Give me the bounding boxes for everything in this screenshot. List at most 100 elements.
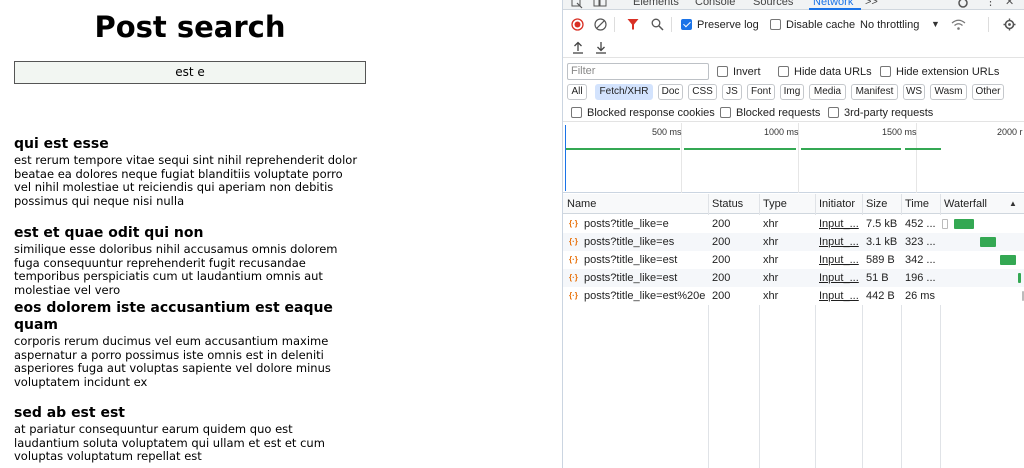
post-title: qui est esse	[14, 136, 109, 152]
divider	[671, 17, 672, 32]
cell-time: 26 ms	[905, 290, 935, 302]
invert-checkbox[interactable]	[717, 66, 728, 77]
cell-name[interactable]: posts?title_like=e	[584, 215, 706, 233]
resource-type-filters: All Fetch/XHR Doc CSS JS Font Img Media …	[563, 83, 1024, 103]
disable-cache-checkbox[interactable]	[770, 19, 781, 30]
more-tabs-button[interactable]: >>	[865, 0, 878, 8]
cell-initiator[interactable]: Input_...	[819, 287, 860, 305]
close-devtools-icon[interactable]: ✕	[1005, 0, 1014, 8]
network-overview-timeline[interactable]: 500 ms 1000 ms 1500 ms 2000 r	[563, 123, 1024, 193]
post-item: est et quae odit qui non similique esse …	[14, 225, 359, 297]
column-header-name[interactable]: Name	[563, 194, 708, 214]
blocked-response-cookies-checkbox[interactable]	[571, 107, 582, 118]
type-filter-manifest[interactable]: Manifest	[851, 84, 898, 100]
chevron-down-icon[interactable]: ▼	[931, 19, 940, 29]
network-conditions-wifi-icon[interactable]	[951, 18, 966, 31]
cell-initiator[interactable]: Input_...	[819, 215, 860, 233]
hide-data-urls-checkbox[interactable]	[778, 66, 789, 77]
column-header-type[interactable]: Type	[759, 194, 815, 214]
export-har-download-icon[interactable]	[595, 41, 607, 54]
filter-funnel-icon[interactable]	[627, 18, 639, 31]
column-header-initiator[interactable]: Initiator	[815, 194, 862, 214]
throttling-select[interactable]: No throttling	[860, 19, 919, 31]
type-filter-all[interactable]: All	[567, 84, 587, 100]
settings-gear-icon[interactable]	[957, 0, 969, 9]
post-body: at pariatur consequuntur earum quidem qu…	[14, 422, 325, 463]
post-title: eos dolorem iste accusantium est eaque q…	[14, 300, 333, 333]
xhr-request-icon: {·}	[569, 237, 578, 246]
device-toolbar-icon[interactable]	[593, 0, 607, 9]
column-header-time[interactable]: Time	[901, 194, 940, 214]
cell-initiator[interactable]: Input_...	[819, 269, 860, 287]
request-row[interactable]: {·} posts?title_like=e 200 xhr Input_... 7.5 …	[563, 215, 1024, 233]
timeline-activity-bar	[684, 148, 796, 150]
cell-name[interactable]: posts?title_like=est	[584, 269, 706, 287]
request-row[interactable]: {·} posts?title_like=est 200 xhr Input_... 51…	[563, 269, 1024, 287]
filter-input[interactable]: Filter	[567, 63, 709, 80]
timeline-start-marker	[565, 125, 566, 191]
third-party-requests-label: 3rd-party requests	[844, 107, 934, 119]
timeline-activity-bar	[905, 148, 941, 150]
type-filter-css[interactable]: CSS	[688, 84, 717, 100]
xhr-request-icon: {·}	[569, 255, 578, 264]
disable-cache-label: Disable cache	[786, 19, 856, 31]
cell-name[interactable]: posts?title_like=est%20e	[584, 287, 706, 305]
post-body: corporis rerum ducimus vel eum accusanti…	[14, 334, 331, 389]
invert-label: Invert	[733, 66, 761, 78]
network-settings-gear-icon[interactable]	[1003, 18, 1016, 31]
column-header-size[interactable]: Size	[862, 194, 901, 214]
type-filter-media[interactable]: Media	[809, 84, 846, 100]
timeline-tick-label: 1500 ms	[882, 127, 917, 137]
type-filter-img[interactable]: Img	[780, 84, 804, 100]
type-filter-doc[interactable]: Doc	[658, 84, 683, 100]
tab-network[interactable]: Network	[813, 0, 853, 8]
type-filter-font[interactable]: Font	[747, 84, 775, 100]
request-row[interactable]: {·} posts?title_like=es 200 xhr Input_... 3.1…	[563, 233, 1024, 251]
cell-initiator[interactable]: Input_...	[819, 251, 860, 269]
xhr-request-icon: {·}	[569, 273, 578, 282]
hide-extension-urls-checkbox[interactable]	[880, 66, 891, 77]
cell-time: 196 ...	[905, 272, 936, 284]
request-row[interactable]: {·} posts?title_like=est%20e 200 xhr Input_.…	[563, 287, 1024, 305]
hide-data-urls-label: Hide data URLs	[794, 66, 872, 78]
preserve-log-checkbox[interactable]	[681, 19, 692, 30]
cell-initiator[interactable]: Input_...	[819, 233, 860, 251]
sort-ascending-icon[interactable]: ▲	[1009, 199, 1017, 208]
cell-type: xhr	[763, 254, 779, 266]
cell-status: 200	[712, 236, 731, 248]
cell-time: 452 ...	[905, 218, 936, 230]
waterfall-bar	[954, 219, 974, 229]
cell-status: 200	[712, 272, 731, 284]
column-header-status[interactable]: Status	[708, 194, 759, 214]
tab-sources[interactable]: Sources	[753, 0, 793, 8]
more-options-icon[interactable]: ⋮	[985, 0, 996, 8]
inspect-element-icon[interactable]	[571, 0, 583, 9]
blocked-response-cookies-label: Blocked response cookies	[587, 107, 715, 119]
blocked-requests-checkbox[interactable]	[720, 107, 731, 118]
import-har-upload-icon[interactable]	[572, 41, 584, 54]
post-search-app: Post search est e qui est esse est rerum…	[0, 0, 562, 468]
import-export-toolbar	[563, 38, 1024, 58]
tab-elements[interactable]: Elements	[633, 0, 679, 8]
xhr-request-icon: {·}	[569, 219, 578, 228]
timeline-tick-label: 500 ms	[652, 127, 682, 137]
timeline-tick-label: 2000 r	[997, 127, 1023, 137]
third-party-requests-checkbox[interactable]	[828, 107, 839, 118]
clear-log-icon[interactable]	[594, 18, 607, 31]
timeline-activity-bar	[566, 148, 680, 150]
cell-name[interactable]: posts?title_like=est	[584, 251, 706, 269]
cell-type: xhr	[763, 236, 779, 248]
type-filter-fetch-xhr[interactable]: Fetch/XHR	[595, 84, 653, 100]
search-input[interactable]: est e	[14, 61, 366, 84]
type-filter-wasm[interactable]: Wasm	[930, 84, 967, 100]
search-icon[interactable]	[651, 18, 664, 31]
xhr-request-icon: {·}	[569, 291, 578, 300]
type-filter-ws[interactable]: WS	[903, 84, 925, 100]
type-filter-js[interactable]: JS	[722, 84, 742, 100]
cell-time: 342 ...	[905, 254, 936, 266]
cell-name[interactable]: posts?title_like=es	[584, 233, 706, 251]
type-filter-other[interactable]: Other	[972, 84, 1004, 100]
record-stop-icon[interactable]	[571, 18, 584, 31]
tab-console[interactable]: Console	[695, 0, 735, 8]
request-row[interactable]: {·} posts?title_like=est 200 xhr Input_... 58…	[563, 251, 1024, 269]
